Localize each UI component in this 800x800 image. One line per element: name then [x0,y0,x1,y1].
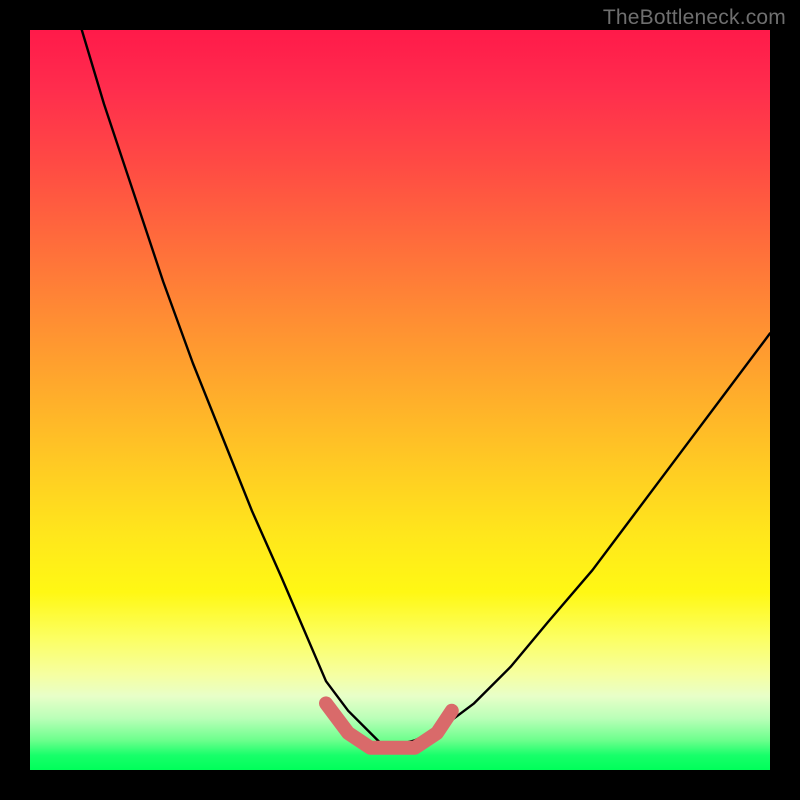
right-curve [385,333,770,747]
chart-frame: TheBottleneck.com [0,0,800,800]
curves-layer [30,30,770,770]
minimum-highlight [326,703,452,747]
watermark-text: TheBottleneck.com [603,6,786,30]
left-curve [82,30,385,748]
plot-area [30,30,770,770]
